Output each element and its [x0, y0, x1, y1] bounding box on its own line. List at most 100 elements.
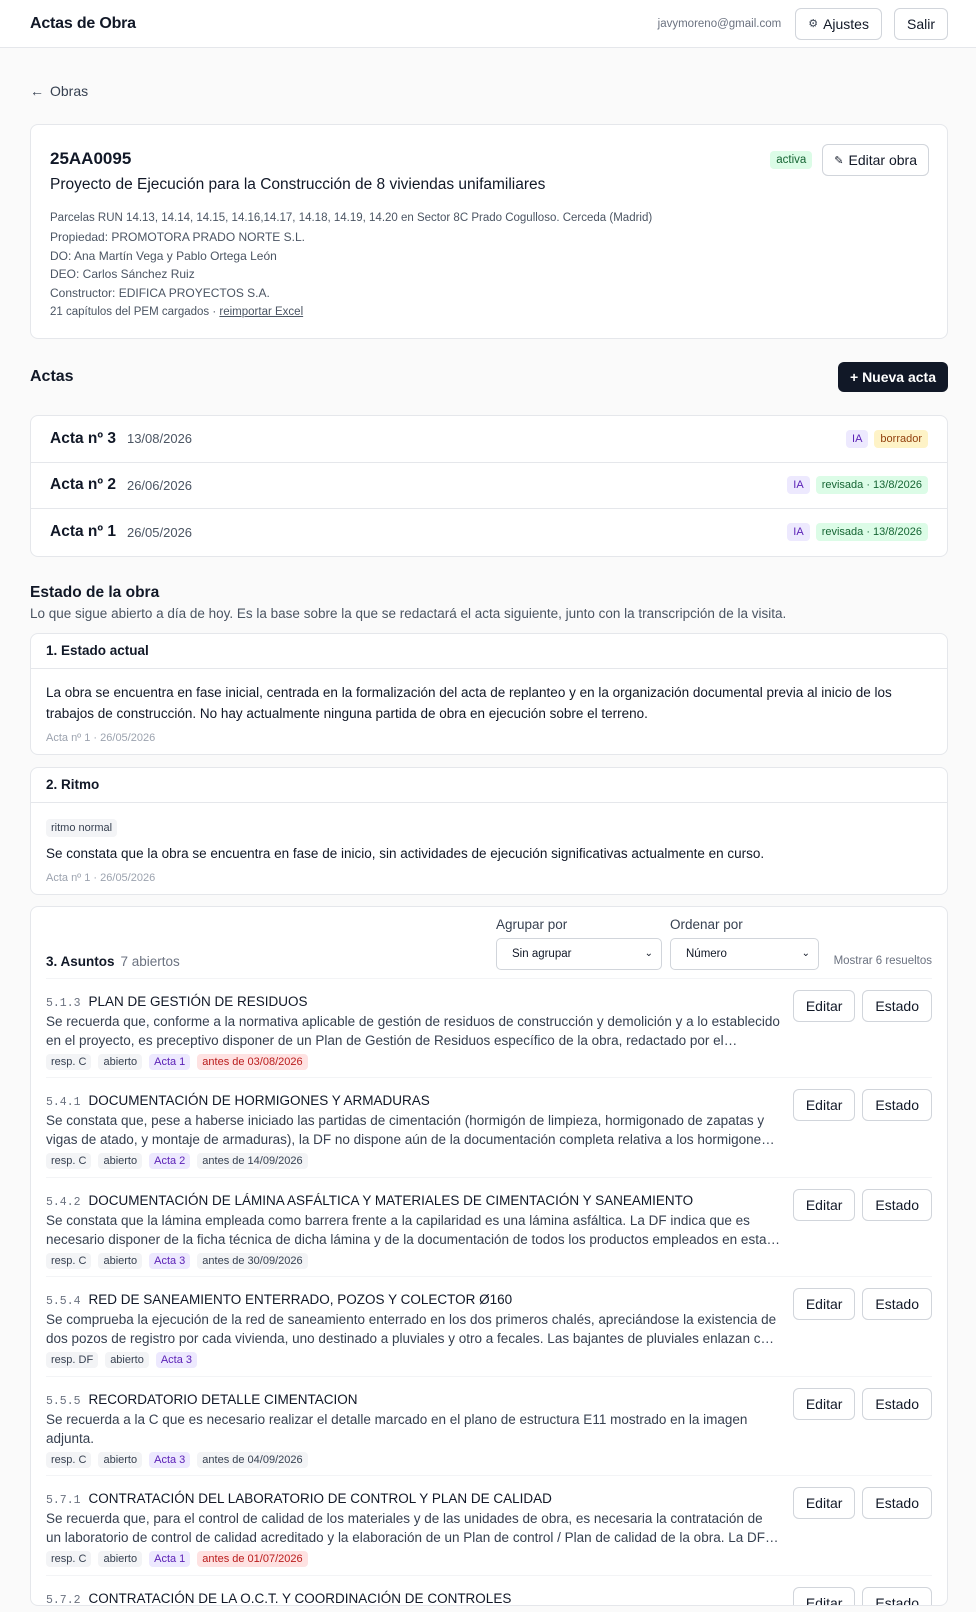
- acta-title: Acta nº 1: [50, 523, 116, 541]
- acta-badges: IA borrador: [846, 429, 928, 448]
- resp-tag: resp. C: [46, 1551, 92, 1567]
- ritmo-text: Se constata que la obra se encuentra en …: [46, 845, 765, 861]
- issue-actions: Editar Estado: [792, 1487, 932, 1519]
- issue-state-button[interactable]: Estado: [862, 989, 932, 1022]
- issue-row: 5.5.4 RED DE SANEAMIENTO ENTERRADO, POZOS…: [46, 1277, 932, 1377]
- ritmo-source: Acta nº 1 · 26/05/2026: [46, 871, 156, 884]
- issue-tags: resp. DF abierto Acta 3: [46, 1352, 932, 1368]
- issues-list: 5.1.3 PLAN DE GESTIÓN DE RESIDUOS Se recue…: [46, 979, 932, 1606]
- issue-state-button[interactable]: Estado: [862, 1487, 932, 1519]
- due-tag: antes de 14/09/2026: [197, 1153, 308, 1169]
- chevron-down-icon: ⌄: [801, 948, 810, 959]
- back-label: Obras: [50, 83, 89, 99]
- ritmo-title: 2. Ritmo: [31, 768, 947, 803]
- issue-state-button[interactable]: Estado: [862, 1188, 932, 1221]
- obra-details: Parcelas RUN 14.13, 14.14, 14.15, 14.16,…: [50, 209, 929, 322]
- edit-obra-button[interactable]: ✎ Editar obra: [822, 144, 929, 176]
- chevron-down-icon: ⌄: [644, 948, 653, 959]
- state-tag: abierto: [98, 1153, 143, 1169]
- resp-tag: resp. C: [46, 1252, 92, 1269]
- issue-state-button[interactable]: Estado: [862, 1387, 932, 1420]
- estado-actual-source: Acta nº 1 · 26/05/2026: [46, 731, 156, 744]
- edit-issue-button[interactable]: Editar: [792, 1288, 856, 1320]
- acta-date: 26/06/2026: [126, 477, 193, 493]
- issue-tags: resp. C abierto Acta 1 antes de 03/08/2026: [46, 1053, 932, 1070]
- issue-description: Se comprueba la ejecución de la red de s…: [46, 1312, 777, 1346]
- user-email: javymoreno@gmail.com: [657, 17, 782, 30]
- asuntos-count: 7 abiertos: [120, 953, 180, 969]
- edit-issue-button[interactable]: Editar: [792, 1188, 856, 1221]
- issue-title: DOCUMENTACIÓN DE LÁMINA ASFÁLTICA Y MATE…: [88, 1192, 694, 1208]
- show-resolved-link[interactable]: Mostrar 6 resueltos: [834, 955, 932, 967]
- issue-title: PLAN DE GESTIÓN DE RESIDUOS: [88, 993, 308, 1009]
- issue-number: 5.5.4: [46, 1295, 81, 1308]
- issue-actions: Editar Estado: [792, 1288, 932, 1320]
- new-acta-button[interactable]: + Nueva acta: [838, 362, 948, 392]
- issue-row: 5.7.2 CONTRATACIÓN DE LA O.C.T. Y COORDIN…: [46, 1576, 932, 1606]
- obra-name: Proyecto de Ejecución para la Construcci…: [50, 176, 546, 193]
- issue-state-button[interactable]: Estado: [862, 1089, 932, 1121]
- estado-actual-card: 1. Estado actual La obra se encuentra en…: [30, 632, 948, 755]
- state-tag: abierto: [98, 1451, 143, 1468]
- issue-actions: Editar Estado: [792, 989, 932, 1022]
- issue-description: Se recuerda que, para el control de cali…: [46, 1511, 765, 1545]
- ritmo-body: ritmo normal Se constata que la obra se …: [31, 803, 947, 894]
- acta-status-badge: revisada · 13/8/2026: [815, 523, 928, 542]
- edit-issue-button[interactable]: Editar: [792, 1487, 856, 1519]
- edit-issue-button[interactable]: Editar: [792, 1586, 856, 1605]
- reimport-excel-link[interactable]: reimportar Excel: [219, 306, 303, 318]
- top-bar: Actas de Obra javymoreno@gmail.com ⚙ Aju…: [0, 0, 976, 48]
- actas-title: Actas: [30, 368, 74, 385]
- acta-date: 13/08/2026: [126, 431, 193, 447]
- obra-pem-line: 21 capítulos del PEM cargados · reimport…: [50, 303, 929, 322]
- issue-description: Se constata que, pese a haberse iniciado…: [46, 1113, 779, 1147]
- asuntos-card: 3. Asuntos 7 abiertos Agrupar por Sin agr…: [30, 905, 948, 1606]
- asuntos-title: 3. Asuntos 7 abiertos: [46, 954, 180, 969]
- ritmo-chip: ritmo normal: [46, 818, 118, 837]
- acta-title: Acta nº 2: [50, 476, 116, 494]
- acta-tag: Acta 3: [149, 1252, 191, 1269]
- settings-label: Ajustes: [823, 15, 869, 32]
- order-by-value: Número: [686, 947, 727, 960]
- obra-status-badge: activa: [770, 151, 813, 169]
- acta-status-badge: revisada · 13/8/2026: [815, 476, 928, 495]
- issue-description: Se recuerda a la C que es necesario real…: [46, 1411, 748, 1446]
- ia-badge: IA: [787, 476, 810, 495]
- obra-constructor: Constructor: EDIFICA PROYECTOS S.A.: [50, 286, 270, 301]
- asuntos-header: 3. Asuntos 7 abiertos Agrupar por Sin agr…: [46, 907, 932, 979]
- edit-issue-button[interactable]: Editar: [792, 989, 856, 1022]
- issue-title: RECORDATORIO DETALLE CIMENTACION: [88, 1391, 358, 1407]
- actas-list: Acta nº 3 13/08/2026 IA borrador Acta nº…: [30, 415, 948, 557]
- state-tag: abierto: [105, 1352, 149, 1368]
- logout-button[interactable]: Salir: [893, 7, 948, 40]
- ia-badge: IA: [846, 429, 869, 448]
- state-tag: abierto: [98, 1053, 143, 1070]
- acta-row[interactable]: Acta nº 2 26/06/2026 IA revisada · 13/8/…: [31, 463, 947, 509]
- obra-parcelas: Parcelas RUN 14.13, 14.14, 14.15, 14.16,…: [50, 212, 653, 224]
- resp-tag: resp. DF: [46, 1352, 99, 1368]
- issue-title: CONTRATACIÓN DE LA O.C.T. Y COORDINACIÓN…: [88, 1590, 512, 1606]
- issue-state-button[interactable]: Estado: [862, 1288, 932, 1320]
- resp-tag: resp. C: [46, 1451, 92, 1468]
- back-to-obras-link[interactable]: ← Obras: [30, 82, 948, 100]
- acta-row[interactable]: Acta nº 1 26/05/2026 IA revisada · 13/8/…: [31, 509, 947, 556]
- edit-issue-button[interactable]: Editar: [792, 1387, 856, 1420]
- group-by-select[interactable]: Sin agrupar ⌄: [496, 937, 662, 970]
- order-by-select[interactable]: Número ⌄: [670, 937, 819, 970]
- issue-tags: resp. C abierto Acta 3 antes de 04/09/2026: [46, 1451, 932, 1468]
- obra-propiedad: Propiedad: PROMOTORA PRADO NORTE S.L.: [50, 229, 305, 244]
- due-tag: antes de 01/07/2026: [197, 1551, 308, 1567]
- issue-tags: resp. C abierto Acta 3 antes de 30/09/2026: [46, 1252, 932, 1269]
- obra-card: 25AA0095 Proyecto de Ejecución para la C…: [30, 124, 948, 339]
- acta-tag: Acta 1: [149, 1053, 191, 1070]
- due-tag: antes de 30/09/2026: [197, 1252, 308, 1269]
- issue-number: 5.7.1: [46, 1494, 81, 1507]
- arrow-left-icon: ←: [30, 83, 44, 99]
- issue-description: Se constata que la lámina empleada como …: [46, 1212, 767, 1247]
- acta-row[interactable]: Acta nº 3 13/08/2026 IA borrador: [31, 416, 947, 463]
- edit-issue-button[interactable]: Editar: [792, 1089, 856, 1121]
- acta-tag: Acta 2: [149, 1153, 191, 1169]
- settings-button[interactable]: ⚙ Ajustes: [795, 7, 882, 40]
- issue-state-button[interactable]: Estado: [862, 1586, 932, 1605]
- acta-tag: Acta 1: [149, 1551, 191, 1567]
